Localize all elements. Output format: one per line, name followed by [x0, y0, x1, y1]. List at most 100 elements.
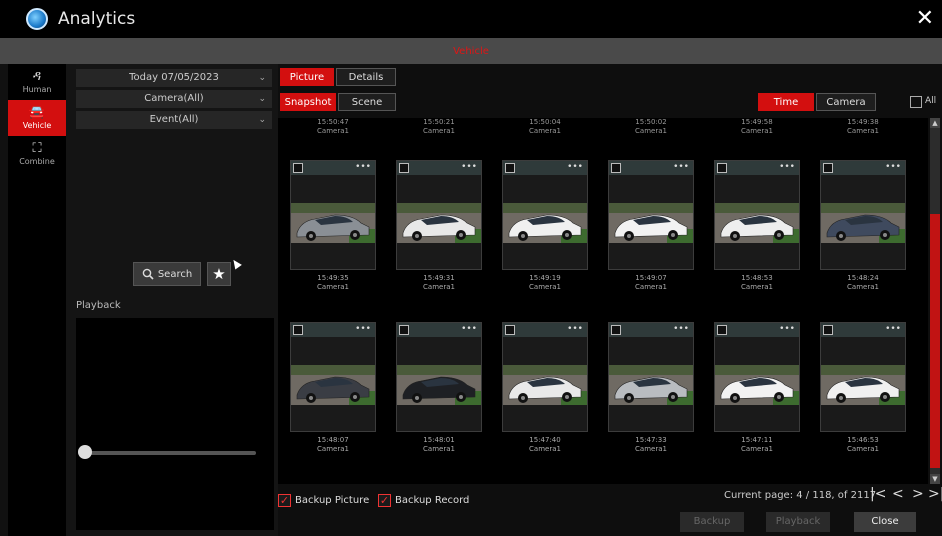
snapshot-checkbox[interactable]: [611, 325, 621, 335]
nav-item-human[interactable]: ዳ Human: [8, 64, 66, 100]
page-info: Current page: 4 / 118, of 2117: [724, 490, 877, 501]
more-options-icon[interactable]: •••: [355, 161, 371, 173]
app-logo-icon: [26, 8, 48, 30]
date-dropdown[interactable]: Today 07/05/2023 ⌄: [76, 69, 272, 87]
backup-record-option[interactable]: ✓ Backup Record: [378, 494, 469, 507]
snapshot-time: 15:47:33: [635, 436, 667, 444]
snapshot-camera: Camera1: [317, 445, 349, 453]
snapshot-time: 15:50:02: [635, 118, 667, 126]
snapshot-card[interactable]: •••: [396, 160, 482, 270]
left-nav: ዳ Human 🚘 Vehicle ⛶ Combine: [8, 64, 66, 536]
nav-item-combine[interactable]: ⛶ Combine: [8, 136, 66, 172]
grid-scrollbar[interactable]: ▲ ▼: [930, 118, 940, 484]
snapshot-time: 15:48:07: [317, 436, 349, 444]
nav-item-vehicle[interactable]: 🚘 Vehicle: [8, 100, 66, 136]
snapshot-checkbox[interactable]: [293, 163, 303, 173]
snapshot-checkbox[interactable]: [399, 325, 409, 335]
scroll-down-icon[interactable]: ▼: [930, 474, 940, 484]
last-page-icon[interactable]: >|: [928, 486, 942, 502]
more-options-icon[interactable]: •••: [461, 323, 477, 335]
vehicle-thumbnail-icon: [821, 365, 905, 405]
more-options-icon[interactable]: •••: [779, 161, 795, 173]
close-button[interactable]: Close: [854, 512, 916, 532]
search-button[interactable]: Search: [133, 262, 201, 286]
snapshot-card[interactable]: •••: [502, 160, 588, 270]
snapshot-caption: 15:47:33 Camera1: [608, 436, 694, 454]
more-options-icon[interactable]: •••: [779, 323, 795, 335]
snapshot-camera: Camera1: [741, 283, 773, 291]
card-header: •••: [609, 323, 693, 337]
card-header: •••: [715, 323, 799, 337]
more-options-icon[interactable]: •••: [567, 161, 583, 173]
backup-picture-checkbox[interactable]: ✓: [278, 494, 291, 507]
snapshot-card[interactable]: •••: [396, 322, 482, 432]
sort-camera-button[interactable]: Camera: [816, 93, 876, 111]
more-options-icon[interactable]: •••: [885, 323, 901, 335]
more-options-icon[interactable]: •••: [673, 323, 689, 335]
snapshot-card[interactable]: •••: [502, 322, 588, 432]
snapshot-time: 15:50:21: [423, 118, 455, 126]
more-options-icon[interactable]: •••: [673, 161, 689, 173]
snapshot-card[interactable]: •••: [608, 160, 694, 270]
snapshot-card[interactable]: •••: [290, 322, 376, 432]
snapshot-caption: 15:48:01 Camera1: [396, 436, 482, 454]
vehicle-thumbnail-icon: [609, 365, 693, 405]
snapshot-card[interactable]: •••: [608, 322, 694, 432]
chevron-down-icon: ⌄: [258, 94, 266, 104]
snapshot-checkbox[interactable]: [611, 163, 621, 173]
tab-details[interactable]: Details: [336, 68, 396, 86]
event-dropdown[interactable]: Event(All) ⌄: [76, 111, 272, 129]
snapshot-grid: 15:50:47 Camera1 15:50:21 Camera1 15:50:04 Ca…: [278, 118, 928, 484]
vehicle-thumbnail-icon: [503, 365, 587, 405]
next-page-icon[interactable]: >: [912, 486, 924, 502]
playback-slider-handle[interactable]: [78, 445, 92, 459]
backup-button[interactable]: Backup: [680, 512, 744, 532]
snapshot-checkbox[interactable]: [399, 163, 409, 173]
card-header: •••: [397, 161, 481, 175]
snapshot-time: 15:49:07: [635, 274, 667, 282]
tab-picture[interactable]: Picture: [280, 68, 334, 86]
tab-snapshot[interactable]: Snapshot: [280, 93, 336, 111]
snapshot-checkbox[interactable]: [717, 325, 727, 335]
snapshot-card[interactable]: •••: [820, 160, 906, 270]
star-icon: ★: [212, 265, 226, 283]
close-window-icon[interactable]: ✕: [916, 6, 934, 31]
title-bar: Analytics ✕: [0, 0, 942, 38]
snapshot-camera: Camera1: [635, 445, 667, 453]
backup-picture-option[interactable]: ✓ Backup Picture: [278, 494, 369, 507]
top-row-caption: 15:49:38 Camera1: [820, 118, 906, 136]
snapshot-card[interactable]: •••: [820, 322, 906, 432]
more-options-icon[interactable]: •••: [567, 323, 583, 335]
prev-page-icon[interactable]: <: [892, 486, 904, 502]
vehicle-snapshot-image: [715, 203, 799, 243]
vehicle-snapshot-image: [715, 365, 799, 405]
backup-record-checkbox[interactable]: ✓: [378, 494, 391, 507]
snapshot-checkbox[interactable]: [823, 163, 833, 173]
snapshot-checkbox[interactable]: [293, 325, 303, 335]
scroll-up-icon[interactable]: ▲: [930, 118, 940, 128]
snapshot-card[interactable]: •••: [714, 322, 800, 432]
snapshot-card[interactable]: •••: [290, 160, 376, 270]
tab-scene[interactable]: Scene: [338, 93, 396, 111]
more-options-icon[interactable]: •••: [461, 161, 477, 173]
favorite-star-button[interactable]: ★: [207, 262, 231, 286]
scrollbar-thumb[interactable]: [930, 214, 940, 468]
sort-time-button[interactable]: Time: [758, 93, 814, 111]
snapshot-checkbox[interactable]: [717, 163, 727, 173]
snapshot-checkbox[interactable]: [505, 325, 515, 335]
vehicle-snapshot-image: [503, 203, 587, 243]
human-icon: ዳ: [32, 69, 42, 84]
select-all-checkbox[interactable]: [910, 96, 922, 108]
more-options-icon[interactable]: •••: [355, 323, 371, 335]
snapshot-card[interactable]: •••: [714, 160, 800, 270]
snapshot-checkbox[interactable]: [823, 325, 833, 335]
snapshot-caption: 15:47:11 Camera1: [714, 436, 800, 454]
playback-slider-track[interactable]: [82, 451, 256, 455]
search-label: Search: [157, 268, 193, 280]
more-options-icon[interactable]: •••: [885, 161, 901, 173]
camera-dropdown[interactable]: Camera(All) ⌄: [76, 90, 272, 108]
first-page-icon[interactable]: |<: [870, 486, 886, 502]
snapshot-time: 15:46:53: [847, 436, 879, 444]
snapshot-checkbox[interactable]: [505, 163, 515, 173]
playback-button[interactable]: Playback: [766, 512, 830, 532]
